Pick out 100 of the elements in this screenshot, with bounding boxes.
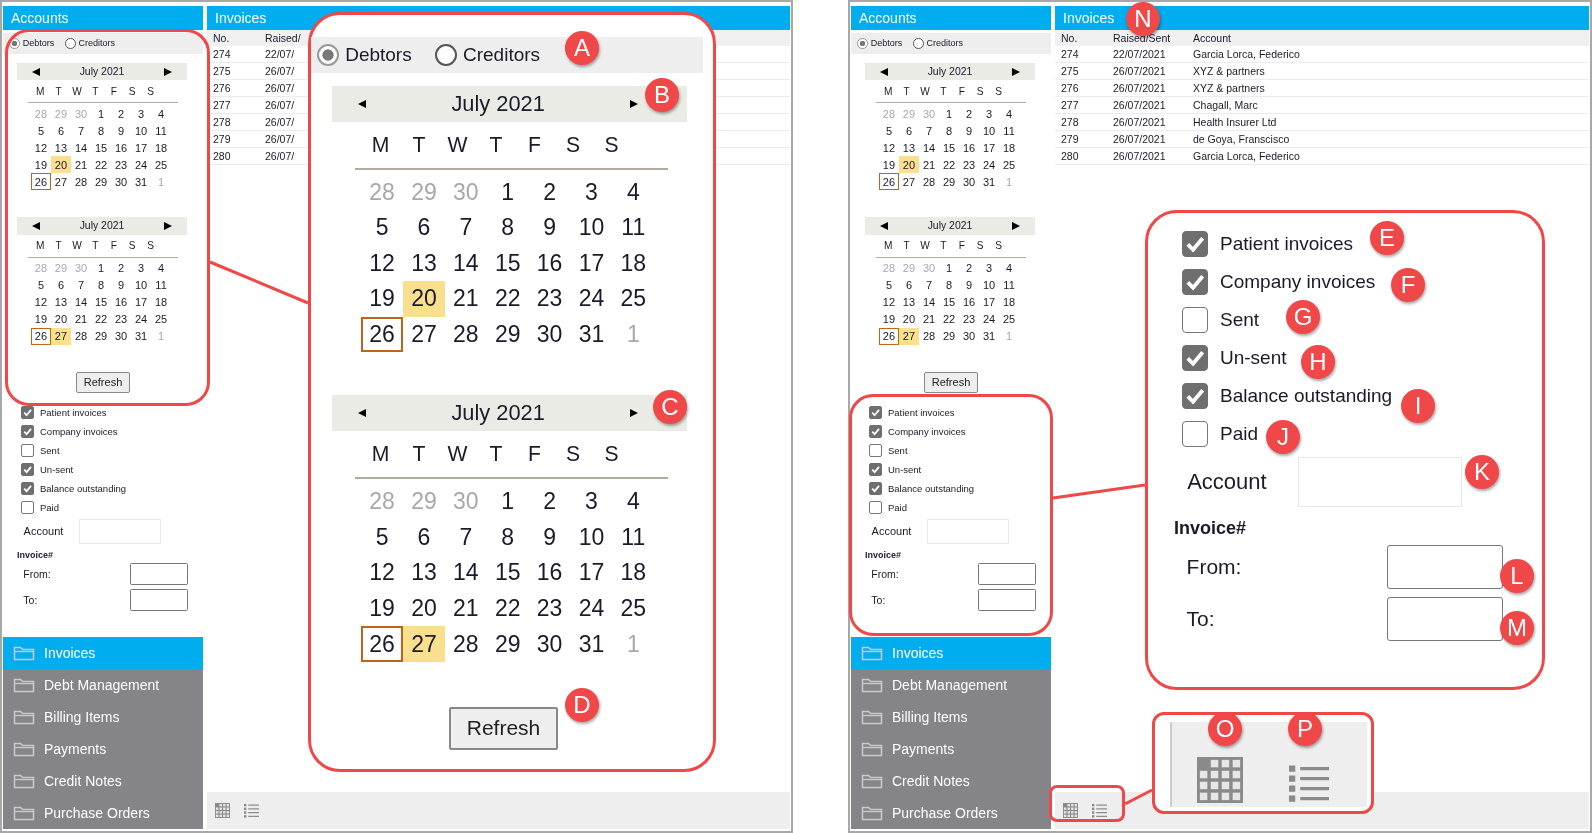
calendar-day[interactable]: 12 <box>878 293 899 311</box>
calendar-day[interactable]: 22 <box>939 310 960 328</box>
calendar-day[interactable]: 11 <box>151 122 172 140</box>
calendar-day[interactable]: 25 <box>612 590 655 627</box>
calendar-day[interactable]: 31 <box>979 327 1000 345</box>
radio-option[interactable]: Debtors <box>316 43 412 67</box>
calendar-day[interactable]: 8 <box>486 209 529 246</box>
calendar-day[interactable]: 29 <box>91 327 112 345</box>
calendar-day[interactable]: 9 <box>111 122 132 140</box>
nav-item[interactable]: Debt Management <box>3 669 203 701</box>
calendar-day[interactable]: 15 <box>939 139 960 157</box>
calendar-day[interactable]: 28 <box>444 626 487 662</box>
calendar-day[interactable]: 17 <box>131 293 152 311</box>
nav-item[interactable]: Payments <box>3 733 203 765</box>
previous-month-button[interactable] <box>31 221 42 231</box>
calendar-day[interactable]: 31 <box>570 626 613 662</box>
calendar-day[interactable]: 18 <box>612 245 655 282</box>
calendar-day[interactable]: 12 <box>361 245 404 282</box>
column-header[interactable]: Raised/ <box>265 32 301 44</box>
calendar-day[interactable]: 25 <box>999 156 1020 174</box>
nav-item[interactable]: Credit Notes <box>3 765 203 797</box>
nav-item[interactable]: Payments <box>851 733 1051 765</box>
refresh-button[interactable]: Refresh <box>923 371 979 393</box>
calendar-day[interactable]: 13 <box>403 245 445 282</box>
from-field[interactable] <box>977 562 1036 585</box>
calendar-day[interactable]: 4 <box>612 483 655 520</box>
calendar-day[interactable]: 22 <box>486 281 529 317</box>
next-month-button[interactable] <box>1010 221 1021 231</box>
nav-item[interactable]: Purchase Orders <box>851 797 1051 829</box>
calendar-day[interactable]: 19 <box>361 590 404 627</box>
calendar-day[interactable]: 19 <box>30 156 51 174</box>
calendar-day[interactable]: 31 <box>979 173 1000 191</box>
calendar-day[interactable]: 17 <box>570 554 613 591</box>
calendar-day[interactable]: 29 <box>939 327 960 345</box>
calendar-day[interactable]: 10 <box>131 276 152 294</box>
calendar-day[interactable]: 26 <box>361 316 404 353</box>
calendar-day[interactable]: 20 <box>899 156 919 174</box>
calendar-day[interactable]: 18 <box>612 554 655 591</box>
previous-month-button[interactable] <box>879 221 890 231</box>
refresh-button[interactable]: Refresh <box>75 371 131 393</box>
calendar-day[interactable]: 15 <box>939 293 960 311</box>
calendar-day[interactable]: 9 <box>959 122 980 140</box>
calendar-day[interactable]: 8 <box>91 276 112 294</box>
radio-option[interactable]: Debtors <box>857 38 903 49</box>
calendar-day[interactable]: 29 <box>486 316 529 353</box>
calendar-day[interactable]: 18 <box>999 139 1020 157</box>
from-field[interactable] <box>129 562 188 585</box>
calendar-day[interactable]: 29 <box>939 173 960 191</box>
calendar-day[interactable]: 25 <box>999 310 1020 328</box>
calendar-day[interactable]: 5 <box>878 122 899 140</box>
checkbox-option[interactable]: Company invoices <box>17 421 203 441</box>
calendar-day[interactable]: 4 <box>999 259 1020 277</box>
calendar-day[interactable]: 28 <box>919 327 939 345</box>
calendar-day[interactable]: 26 <box>30 327 51 345</box>
calendar-day[interactable]: 7 <box>919 276 939 294</box>
calendar-day[interactable]: 5 <box>30 276 51 294</box>
checkbox-option[interactable]: Patient invoices <box>865 402 1051 422</box>
calendar-day[interactable]: 4 <box>612 174 655 210</box>
calendar-day[interactable]: 17 <box>979 139 1000 157</box>
calendar-day[interactable]: 15 <box>486 245 529 282</box>
calendar-day[interactable]: 9 <box>959 276 980 294</box>
calendar-day[interactable]: 3 <box>131 259 152 277</box>
calendar-day[interactable]: 12 <box>878 139 899 157</box>
calendar-day[interactable]: 3 <box>979 105 1000 123</box>
calendar-day[interactable]: 30 <box>959 327 980 345</box>
calendar-day[interactable]: 21 <box>444 590 487 627</box>
checkbox-option[interactable]: Company invoices <box>865 421 1051 441</box>
column-header[interactable]: Account <box>1193 32 1393 44</box>
calendar-day[interactable]: 5 <box>30 122 51 140</box>
next-month-button[interactable] <box>629 98 640 109</box>
calendar-day[interactable]: 7 <box>71 122 91 140</box>
to-field[interactable] <box>129 588 188 611</box>
calendar-day[interactable]: 16 <box>111 293 132 311</box>
calendar-day[interactable]: 23 <box>959 310 980 328</box>
calendar-day[interactable]: 6 <box>899 122 919 140</box>
calendar-day[interactable]: 7 <box>444 209 487 246</box>
calendar-day[interactable]: 11 <box>612 209 655 246</box>
calendar-day[interactable]: 1 <box>91 105 112 123</box>
nav-item[interactable]: Billing Items <box>851 701 1051 733</box>
calendar-day[interactable]: 21 <box>71 310 91 328</box>
calendar-day[interactable]: 11 <box>612 519 655 555</box>
calendar-day[interactable]: 24 <box>570 281 613 317</box>
calendar-day[interactable]: 10 <box>131 122 152 140</box>
calendar-day[interactable]: 20 <box>51 156 71 174</box>
calendar-day[interactable]: 24 <box>131 156 152 174</box>
checkbox-option[interactable]: Balance outstanding <box>17 478 203 498</box>
calendar-day[interactable]: 16 <box>528 554 571 591</box>
calendar-day[interactable]: 31 <box>131 173 152 191</box>
calendar-day[interactable]: 27 <box>403 626 445 662</box>
from-field[interactable] <box>1386 544 1503 589</box>
calendar-day[interactable]: 26 <box>361 626 404 662</box>
calendar-day[interactable]: 20 <box>403 590 445 627</box>
radio-option[interactable]: Creditors <box>913 38 964 49</box>
calendar-day[interactable]: 19 <box>878 156 899 174</box>
calendar-day[interactable]: 12 <box>361 554 404 591</box>
calendar-day[interactable]: 6 <box>403 519 445 555</box>
calendar-day[interactable]: 30 <box>528 626 571 662</box>
calendar-day[interactable]: 19 <box>878 310 899 328</box>
calendar-day[interactable]: 7 <box>444 519 487 555</box>
calendar-day[interactable]: 26 <box>30 173 51 191</box>
